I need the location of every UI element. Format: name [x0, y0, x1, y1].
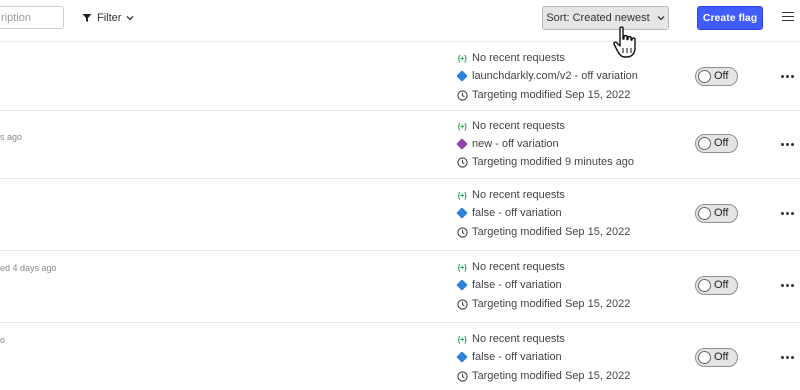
requests-icon: (+) — [457, 190, 467, 200]
modified-text: Targeting modified Sep 15, 2022 — [472, 89, 631, 101]
toggle-knob — [698, 350, 711, 364]
requests-text: No recent requests — [472, 189, 565, 201]
requests-icon: (+) — [457, 334, 467, 344]
variation-diamond-icon — [456, 351, 468, 363]
clock-icon — [456, 156, 468, 168]
filter-label: Filter — [97, 12, 122, 24]
more-options-icon[interactable] — [781, 282, 794, 288]
variation-text: false - off variation — [472, 279, 562, 291]
variation-text: false - off variation — [472, 207, 562, 219]
variation-status: launchdarkly.com/v2 - off variation — [456, 70, 638, 82]
requests-icon: (+) — [457, 121, 467, 131]
toggle-knob — [698, 206, 711, 220]
modified-text: Targeting modified 9 minutes ago — [472, 156, 635, 168]
requests-text: No recent requests — [472, 261, 565, 273]
variation-status: false - off variation — [456, 351, 562, 363]
modified-status: Targeting modified Sep 15, 2022 — [456, 298, 630, 310]
clock-icon — [456, 298, 468, 310]
flag-row[interactable]: (+) No recent requests launchdarkly.com/… — [0, 42, 800, 110]
modified-status: Targeting modified Sep 15, 2022 — [456, 370, 630, 382]
variation-text: launchdarkly.com/v2 - off variation — [472, 70, 638, 82]
modified-text: Targeting modified Sep 15, 2022 — [472, 370, 631, 382]
chevron-down-icon — [126, 16, 134, 21]
variation-status: false - off variation — [456, 207, 562, 219]
sort-button[interactable]: Sort: Created newest — [542, 6, 669, 30]
requests-status: (+) No recent requests — [456, 120, 565, 132]
requests-status: (+) No recent requests — [456, 189, 565, 201]
variation-diamond-icon — [456, 207, 468, 219]
flags-toolbar: Filter Sort: Created newest Create flag — [0, 0, 800, 40]
flag-toggle[interactable]: Off — [695, 204, 738, 223]
variation-text: new - off variation — [472, 138, 559, 150]
create-flag-label: Create flag — [702, 12, 758, 24]
modified-text: Targeting modified Sep 15, 2022 — [472, 298, 631, 310]
modified-status: Targeting modified 9 minutes ago — [456, 156, 634, 168]
requests-text: No recent requests — [472, 120, 565, 132]
flag-toggle[interactable]: Off — [695, 276, 738, 295]
variation-diamond-icon — [456, 70, 468, 82]
toggle-label: Off — [714, 351, 729, 363]
clock-icon — [456, 370, 468, 382]
filter-button[interactable]: Filter — [82, 9, 139, 27]
create-flag-button[interactable]: Create flag — [697, 6, 763, 30]
toggle-knob — [698, 69, 711, 83]
flag-meta: s ago — [0, 132, 23, 142]
sort-label: Sort: Created newest — [546, 12, 650, 24]
flag-row[interactable]: (+) No recent requests false - off varia… — [0, 179, 800, 250]
clock-icon — [456, 89, 468, 101]
variation-status: false - off variation — [456, 279, 562, 291]
flag-row[interactable]: s ago (+) No recent requests new - off v… — [0, 111, 800, 178]
clock-icon — [456, 226, 468, 238]
flag-toggle[interactable]: Off — [695, 348, 738, 367]
flag-row[interactable]: ed 4 days ago (+) No recent requests fal… — [0, 251, 800, 322]
requests-status: (+) No recent requests — [456, 333, 565, 345]
requests-text: No recent requests — [472, 52, 565, 64]
flag-toggle[interactable]: Off — [695, 67, 738, 86]
toggle-knob — [698, 136, 711, 150]
flag-meta: o — [0, 335, 6, 345]
requests-status: (+) No recent requests — [456, 261, 565, 273]
hamburger-menu-icon[interactable] — [782, 12, 794, 24]
search-input[interactable] — [1, 7, 61, 28]
flag-row[interactable]: o (+) No recent requests false - off var… — [0, 323, 800, 390]
flag-toggle[interactable]: Off — [695, 134, 738, 153]
more-options-icon[interactable] — [781, 354, 794, 360]
toggle-label: Off — [714, 279, 729, 291]
toggle-label: Off — [714, 70, 729, 82]
more-options-icon[interactable] — [781, 210, 794, 216]
toggle-label: Off — [714, 207, 729, 219]
flag-meta: ed 4 days ago — [0, 263, 57, 273]
modified-status: Targeting modified Sep 15, 2022 — [456, 226, 630, 238]
more-options-icon[interactable] — [781, 141, 794, 147]
toggle-label: Off — [714, 137, 729, 149]
chevron-down-icon — [657, 16, 665, 21]
requests-icon: (+) — [457, 53, 467, 63]
requests-icon: (+) — [457, 262, 467, 272]
requests-status: (+) No recent requests — [456, 52, 565, 64]
search-field[interactable] — [0, 6, 64, 29]
modified-status: Targeting modified Sep 15, 2022 — [456, 89, 630, 101]
more-options-icon[interactable] — [781, 73, 794, 79]
variation-status: new - off variation — [456, 138, 559, 150]
variation-text: false - off variation — [472, 351, 562, 363]
requests-text: No recent requests — [472, 333, 565, 345]
toggle-knob — [698, 278, 711, 292]
modified-text: Targeting modified Sep 15, 2022 — [472, 226, 631, 238]
filter-icon — [82, 14, 92, 22]
variation-diamond-icon — [456, 138, 468, 150]
variation-diamond-icon — [456, 279, 468, 291]
